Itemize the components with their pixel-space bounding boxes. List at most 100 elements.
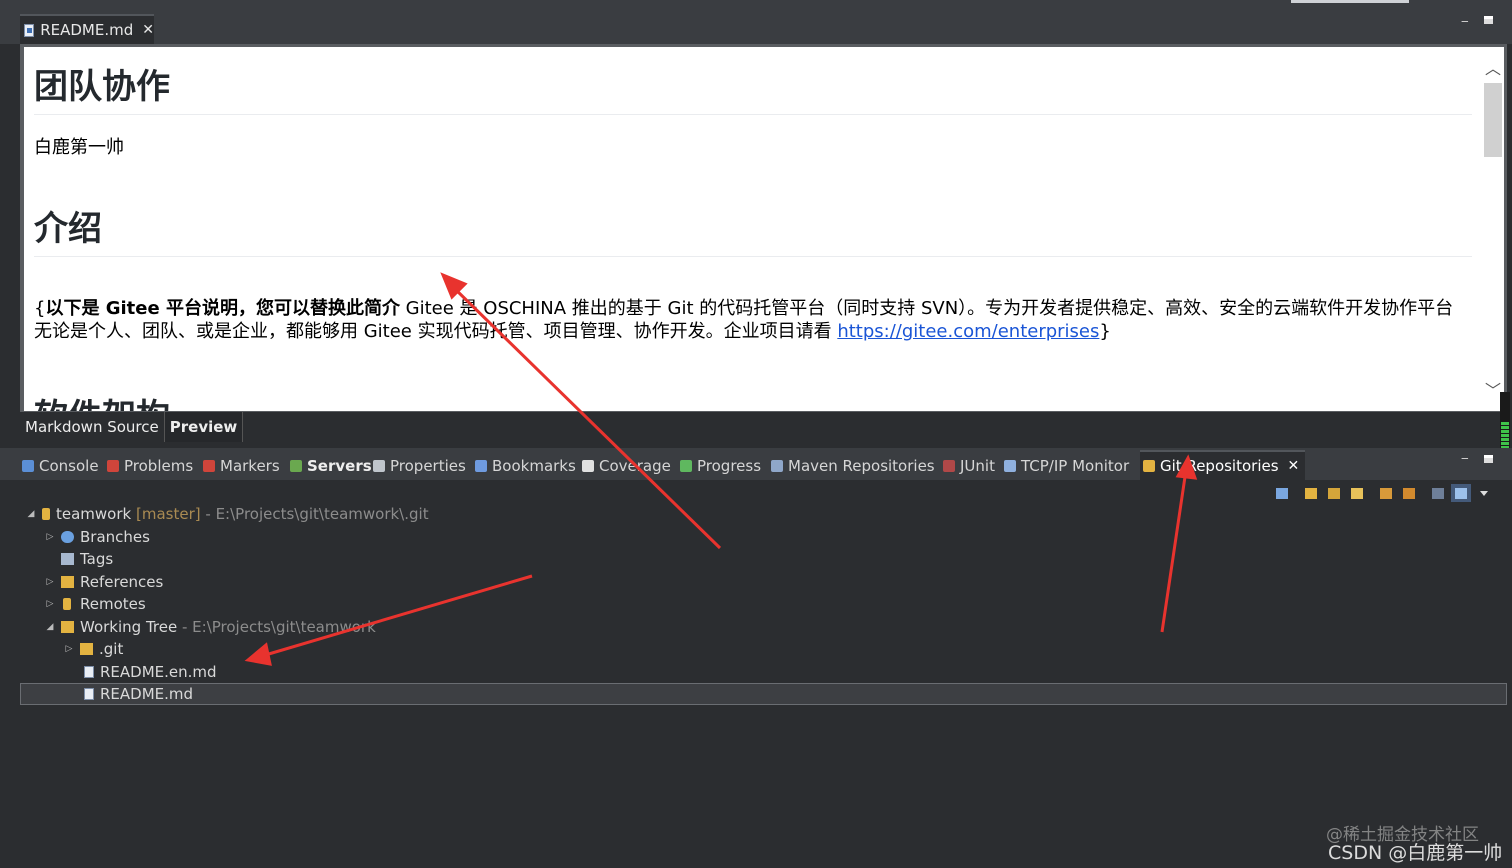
- tab-tcp-ip-monitor[interactable]: TCP/IP Monitor: [1004, 454, 1129, 478]
- editor-tab-readme[interactable]: README.md ✕: [20, 14, 154, 44]
- editor-tab-bar: README.md ✕: [0, 12, 1512, 44]
- view-maximize-icon[interactable]: [1484, 455, 1493, 463]
- view-menu-toggle-icon[interactable]: [1451, 484, 1471, 502]
- markdown-file-icon: [84, 688, 94, 700]
- repo-branch: [master]: [136, 505, 201, 523]
- progress-icon: [680, 460, 692, 472]
- add-repository-icon[interactable]: [1301, 484, 1321, 502]
- junit-icon: [943, 460, 955, 472]
- tab-label: Console: [39, 457, 99, 475]
- branches-icon: [61, 531, 74, 543]
- tab-progress[interactable]: Progress: [680, 454, 761, 478]
- tab-coverage[interactable]: Coverage: [582, 454, 671, 478]
- branches-label: Branches: [80, 528, 150, 546]
- git-repositories-icon: [1143, 460, 1155, 472]
- remotes-label: Remotes: [80, 595, 146, 613]
- tree-row-readme-en[interactable]: README.en.md: [20, 661, 1507, 683]
- view-minimize-icon[interactable]: ‒: [1461, 451, 1469, 465]
- tab-git-repositories[interactable]: Git Repositories ✕: [1140, 450, 1306, 480]
- file-readme-en: README.en.md: [100, 663, 217, 681]
- tab-bookmarks[interactable]: Bookmarks: [475, 454, 576, 478]
- tab-label: Markers: [220, 457, 280, 475]
- tree-row-branches[interactable]: ▷ Branches: [20, 526, 1507, 548]
- close-icon[interactable]: ✕: [142, 22, 154, 38]
- markdown-preview[interactable]: 团队协作 白鹿第一帅 介绍 {以下是 Gitee 平台说明，您可以替换此简介 G…: [24, 47, 1482, 411]
- tree-row-remotes[interactable]: ▷ Remotes: [20, 593, 1507, 615]
- tab-label: Properties: [390, 457, 466, 475]
- tab-markdown-source[interactable]: Markdown Source: [20, 412, 165, 442]
- brace-close: }: [1099, 321, 1111, 342]
- collapse-all-icon[interactable]: [1272, 484, 1292, 502]
- working-tree-label: Working Tree: [80, 618, 178, 636]
- tree-row-repository[interactable]: ◢ teamwork [master] - E:\Projects\git\te…: [20, 503, 1507, 525]
- tab-label: Servers: [307, 457, 372, 475]
- create-repository-icon[interactable]: [1347, 484, 1367, 502]
- paragraph-name: 白鹿第一帅: [34, 137, 124, 158]
- git-folder-label: .git: [99, 640, 124, 658]
- open-folder-icon: [61, 621, 74, 633]
- tab-label: Problems: [124, 457, 194, 475]
- tab-console[interactable]: Console: [22, 454, 99, 478]
- enterprises-link[interactable]: https://gitee.com/enterprises: [837, 321, 1099, 342]
- preview-scrollbar[interactable]: ︿ ﹀: [1482, 47, 1504, 411]
- search-box-edge[interactable]: [1291, 0, 1409, 3]
- view-toolbar: [1272, 484, 1497, 502]
- working-tree-path: - E:\Projects\git\teamwork: [181, 618, 376, 636]
- tab-label: Maven Repositories: [788, 457, 935, 475]
- tab-maven-repositories[interactable]: Maven Repositories: [771, 454, 935, 478]
- tree-row-references[interactable]: ▷ References: [20, 571, 1507, 593]
- tab-junit[interactable]: JUnit: [943, 454, 995, 478]
- tab-label: JUnit: [960, 457, 995, 475]
- markdown-file-icon: [24, 23, 35, 37]
- view-menu-icon[interactable]: [1474, 484, 1494, 502]
- brace-open: {: [34, 298, 46, 319]
- tree-row-tags[interactable]: Tags: [20, 548, 1507, 570]
- gauge-bar: [1501, 430, 1509, 433]
- expand-icon[interactable]: ◢: [45, 622, 55, 632]
- tab-preview[interactable]: Preview: [164, 412, 244, 442]
- collapsed-icon[interactable]: ▷: [45, 577, 55, 587]
- expand-icon[interactable]: ◢: [26, 509, 36, 519]
- repo-path: - E:\Projects\git\teamwork\.git: [205, 505, 429, 523]
- gauge-bar: [1501, 434, 1509, 437]
- tree-row-readme[interactable]: README.md: [20, 683, 1507, 705]
- tab-markers[interactable]: Markers: [203, 454, 280, 478]
- servers-icon: [290, 460, 302, 472]
- clone-repository-icon[interactable]: [1324, 484, 1344, 502]
- properties-icon: [373, 460, 385, 472]
- tab-problems[interactable]: Problems: [107, 454, 193, 478]
- console-icon: [22, 460, 34, 472]
- tab-label: Bookmarks: [492, 457, 576, 475]
- editor-tab-label: README.md: [40, 21, 134, 39]
- references-label: References: [80, 573, 164, 591]
- tab-servers[interactable]: Servers: [290, 454, 372, 478]
- maximize-icon[interactable]: [1484, 16, 1493, 24]
- maven-icon: [771, 460, 783, 472]
- tree-row-working-tree[interactable]: ◢ Working Tree - E:\Projects\git\teamwor…: [20, 616, 1507, 638]
- tree-row-git-folder[interactable]: ▷ .git: [20, 638, 1507, 660]
- folder-icon: [61, 576, 74, 588]
- repo-name: teamwork: [56, 505, 132, 523]
- window-top-strip: [0, 0, 1512, 12]
- scroll-up-icon[interactable]: ︿: [1484, 61, 1502, 77]
- view-tab-bar: Console Problems Markers Servers Properties B…: [0, 448, 1512, 480]
- collapsed-icon[interactable]: ▷: [64, 644, 74, 654]
- link-editor-icon[interactable]: [1399, 484, 1419, 502]
- paragraph-intro: {以下是 Gitee 平台说明，您可以替换此简介 Gitee 是 OSCHINA…: [34, 297, 1472, 343]
- collapsed-icon[interactable]: ▷: [45, 532, 55, 542]
- bookmarks-icon: [475, 460, 487, 472]
- problems-icon: [107, 460, 119, 472]
- tags-icon: [61, 553, 74, 565]
- tab-properties[interactable]: Properties: [373, 454, 466, 478]
- scrollbar-thumb[interactable]: [1484, 83, 1502, 157]
- close-icon[interactable]: ✕: [1288, 458, 1300, 474]
- collapsed-icon[interactable]: ▷: [45, 599, 55, 609]
- refresh-icon[interactable]: [1376, 484, 1396, 502]
- minimize-icon[interactable]: ‒: [1461, 14, 1469, 28]
- layout-icon[interactable]: [1428, 484, 1448, 502]
- editor-mode-tabs: Markdown Source Preview: [20, 412, 1507, 442]
- heading-arch: 软件架构: [34, 389, 1472, 411]
- gauge-bar: [1501, 426, 1509, 429]
- tab-label: Progress: [697, 457, 762, 475]
- tab-label: Coverage: [599, 457, 671, 475]
